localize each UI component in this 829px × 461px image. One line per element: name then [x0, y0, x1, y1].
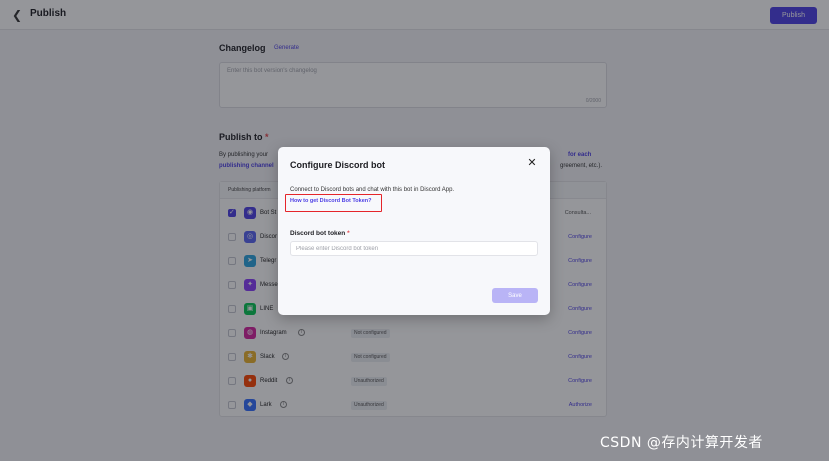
discord-token-label: Discord bot token * — [290, 230, 350, 237]
close-icon[interactable]: ✕ — [526, 157, 538, 169]
modal-title: Configure Discord bot — [290, 160, 385, 170]
highlight-annotation — [285, 194, 382, 212]
discord-token-label-text: Discord bot token — [290, 230, 346, 237]
configure-discord-modal: Configure Discord bot ✕ Connect to Disco… — [278, 147, 550, 315]
modal-description: Connect to Discord bots and chat with th… — [290, 187, 455, 193]
required-mark: * — [347, 230, 350, 237]
save-button[interactable]: Save — [492, 288, 538, 303]
watermark: CSDN @存内计算开发者 — [600, 435, 763, 451]
discord-token-input[interactable] — [290, 241, 538, 256]
